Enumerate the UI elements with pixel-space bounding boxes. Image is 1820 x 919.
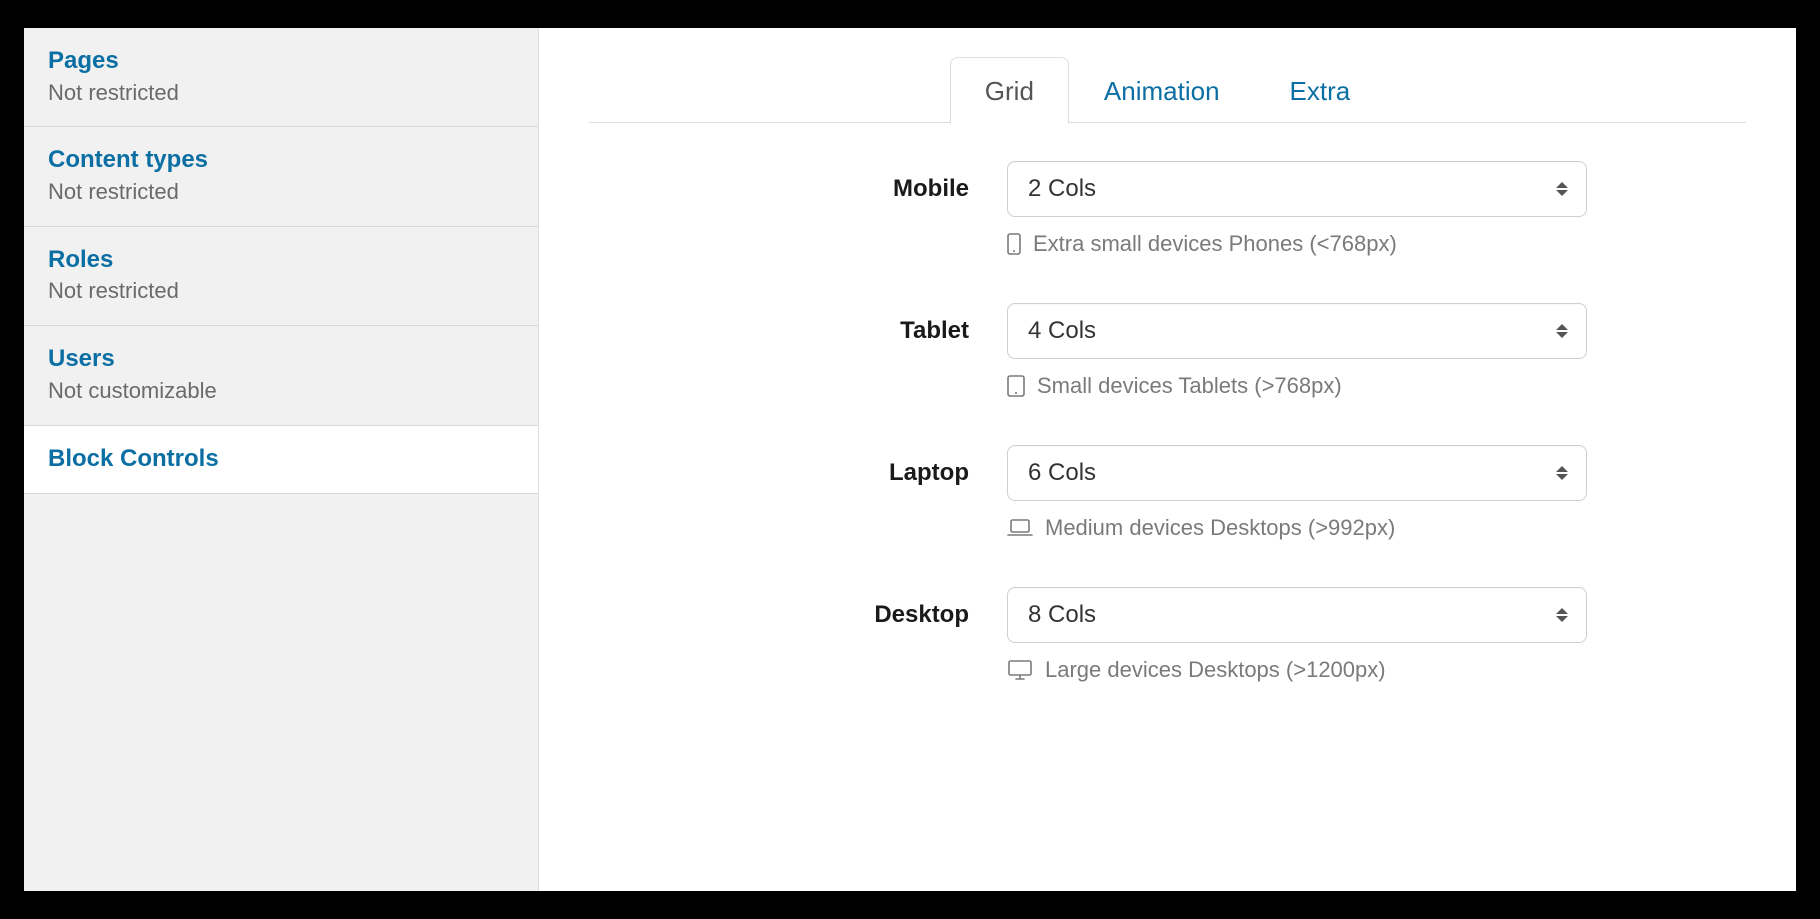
field-hint: Small devices Tablets (>768px): [1007, 373, 1587, 399]
hint-text: Large devices Desktops (>1200px): [1045, 657, 1386, 683]
app-frame: Pages Not restricted Content types Not r…: [24, 28, 1796, 891]
field-hint: Medium devices Desktops (>992px): [1007, 515, 1587, 541]
sidebar-item-title: Pages: [48, 44, 514, 78]
sidebar-item-sub: Not customizable: [48, 376, 514, 407]
sidebar-item-users[interactable]: Users Not customizable: [24, 326, 538, 425]
main-content: Grid Animation Extra Mobile: [539, 28, 1796, 891]
select-value: 4 Cols: [1028, 317, 1096, 345]
field-label: Mobile: [609, 161, 969, 203]
tablet-cols-select[interactable]: 4 Cols: [1007, 303, 1587, 359]
sidebar-item-title: Content types: [48, 143, 514, 177]
hint-text: Medium devices Desktops (>992px): [1045, 515, 1395, 541]
hint-text: Small devices Tablets (>768px): [1037, 373, 1342, 399]
sidebar-item-roles[interactable]: Roles Not restricted: [24, 227, 538, 326]
sidebar-item-title: Users: [48, 342, 514, 376]
grid-row-desktop: Desktop 8 Cols: [609, 587, 1726, 683]
mobile-cols-select[interactable]: 2 Cols: [1007, 161, 1587, 217]
hint-text: Extra small devices Phones (<768px): [1033, 231, 1397, 257]
field-label: Desktop: [609, 587, 969, 629]
sidebar-item-content-types[interactable]: Content types Not restricted: [24, 127, 538, 226]
select-value: 2 Cols: [1028, 175, 1096, 203]
field-hint: Extra small devices Phones (<768px): [1007, 231, 1587, 257]
select-value: 6 Cols: [1028, 459, 1096, 487]
phone-icon: [1007, 233, 1021, 255]
tab-animation[interactable]: Animation: [1069, 57, 1255, 124]
tabs: Grid Animation Extra: [589, 56, 1746, 123]
laptop-icon: [1007, 519, 1033, 537]
sidebar: Pages Not restricted Content types Not r…: [24, 28, 539, 891]
tablet-icon: [1007, 375, 1025, 397]
sidebar-item-sub: Not restricted: [48, 177, 514, 208]
tab-label: Extra: [1290, 76, 1351, 106]
sidebar-item-pages[interactable]: Pages Not restricted: [24, 28, 538, 127]
grid-row-mobile: Mobile 2 Cols: [609, 161, 1726, 257]
grid-row-laptop: Laptop 6 Cols: [609, 445, 1726, 541]
tab-extra[interactable]: Extra: [1255, 57, 1386, 124]
sidebar-item-sub: Not restricted: [48, 276, 514, 307]
sidebar-item-title: Block Controls: [48, 442, 514, 476]
tab-label: Animation: [1104, 76, 1220, 106]
field-hint: Large devices Desktops (>1200px): [1007, 657, 1587, 683]
tab-label: Grid: [985, 76, 1034, 106]
tab-grid[interactable]: Grid: [950, 57, 1069, 124]
desktop-cols-select[interactable]: 8 Cols: [1007, 587, 1587, 643]
grid-form: Mobile 2 Cols: [589, 161, 1746, 683]
grid-row-tablet: Tablet 4 Cols: [609, 303, 1726, 399]
select-value: 8 Cols: [1028, 601, 1096, 629]
field-label: Tablet: [609, 303, 969, 345]
sidebar-item-sub: Not restricted: [48, 78, 514, 109]
desktop-icon: [1007, 659, 1033, 681]
sidebar-item-title: Roles: [48, 243, 514, 277]
window-frame: Pages Not restricted Content types Not r…: [0, 0, 1820, 919]
field-label: Laptop: [609, 445, 969, 487]
laptop-cols-select[interactable]: 6 Cols: [1007, 445, 1587, 501]
sidebar-item-block-controls[interactable]: Block Controls: [24, 426, 538, 495]
